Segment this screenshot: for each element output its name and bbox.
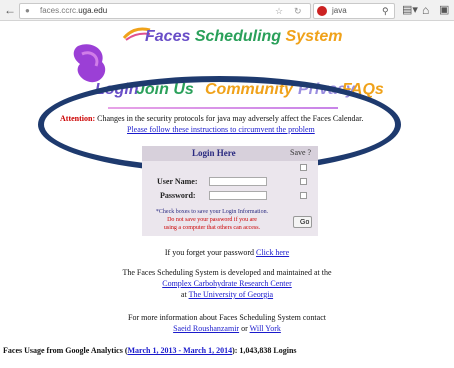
- username-label: User Name:: [157, 177, 198, 186]
- save-password-checkbox[interactable]: [300, 192, 307, 199]
- contact-person-1-link[interactable]: Saeid Roushanzamir: [173, 324, 239, 333]
- login-note-line2: Do not save your password if you are: [167, 217, 257, 223]
- usage-stats: Faces Usage from Google Analytics (March…: [3, 346, 297, 355]
- attention-message: Changes in the security protocols for ja…: [95, 114, 364, 123]
- instructions-link[interactable]: Please follow these instructions to circ…: [127, 125, 315, 135]
- search-icon[interactable]: ⚲: [382, 4, 389, 18]
- nav-community-link[interactable]: Community: [205, 81, 293, 99]
- university-prefix: at: [180, 290, 189, 299]
- attention-label: Attention:: [60, 114, 96, 123]
- bookmark-star-icon[interactable]: ☆: [275, 4, 283, 18]
- contact-line: For more information about Faces Schedul…: [128, 313, 326, 322]
- login-note-line1: *Check boxes to save your Login Informat…: [155, 209, 269, 215]
- nav-faqs-link[interactable]: FAQs: [342, 81, 384, 99]
- forgot-password-line: If you forget your password Click here: [0, 248, 454, 258]
- ccrc-link[interactable]: Complex Carbohydrate Research Center: [162, 279, 292, 288]
- nav-login-link[interactable]: Login: [95, 81, 139, 99]
- login-form: Login Here Save ? User Name: Password: *…: [142, 146, 318, 236]
- save-checkbox-1[interactable]: [300, 164, 307, 171]
- login-note-line3: using a computer that others can access.: [163, 225, 261, 231]
- site-title: Faces Scheduling System: [145, 28, 342, 46]
- search-engine-icon[interactable]: [317, 6, 327, 16]
- university-link[interactable]: The University of Georgia: [189, 290, 274, 299]
- title-scheduling: Scheduling: [194, 28, 282, 45]
- browser-toolbar: ← ● faces.ccrc.uga.edu ☆ ↻ java ⚲ ▤▾ ⌂ ▣: [0, 0, 454, 21]
- password-label: Password:: [160, 191, 196, 200]
- nav-join-link[interactable]: Join Us: [136, 81, 194, 99]
- attention-notice: Attention: Changes in the security proto…: [60, 114, 420, 124]
- university-line: at The University of Georgia: [0, 290, 454, 300]
- save-label: Save ?: [290, 148, 312, 157]
- extension-icon[interactable]: ▣: [439, 0, 449, 20]
- contact-person-2-link[interactable]: Will York: [250, 324, 281, 333]
- home-icon[interactable]: ⌂: [422, 0, 429, 20]
- title-faces: Faces: [145, 28, 191, 45]
- url-text: faces.ccrc.uga.edu: [40, 6, 108, 15]
- site-identity-icon[interactable]: ●: [25, 4, 30, 18]
- usage-range-link[interactable]: March 1, 2013 - March 1, 2014: [128, 346, 233, 355]
- login-header: Login Here Save ?: [142, 146, 318, 161]
- search-text: java: [332, 6, 347, 15]
- login-title: Login Here: [192, 148, 236, 158]
- usage-suffix: ): 1,043,838 Logins: [232, 346, 297, 355]
- title-system: System: [285, 28, 343, 45]
- ccrc-line: Complex Carbohydrate Research Center: [0, 279, 454, 289]
- forgot-password-link[interactable]: Click here: [256, 248, 289, 257]
- back-arrow-icon[interactable]: ←: [4, 0, 16, 20]
- login-note: *Check boxes to save your Login Informat…: [142, 208, 282, 232]
- nav-divider: [108, 107, 338, 109]
- search-field[interactable]: java ⚲: [313, 3, 395, 19]
- save-username-checkbox[interactable]: [300, 178, 307, 185]
- forgot-password-text: If you forget your password: [164, 248, 257, 257]
- username-field[interactable]: [209, 177, 267, 186]
- password-field[interactable]: [209, 191, 267, 200]
- reload-icon[interactable]: ↻: [294, 4, 302, 18]
- page: ← ● faces.ccrc.uga.edu ☆ ↻ java ⚲ ▤▾ ⌂ ▣…: [0, 0, 454, 368]
- contact-or-text: or: [239, 324, 250, 333]
- usage-prefix: Faces Usage from Google Analytics (: [3, 346, 128, 355]
- contact-people-line: Saeid Roushanzamir or Will York: [0, 324, 454, 334]
- address-bar[interactable]: ● faces.ccrc.uga.edu ☆ ↻: [19, 3, 311, 19]
- developed-line: The Faces Scheduling System is developed…: [122, 268, 332, 277]
- go-button[interactable]: Go: [293, 216, 312, 228]
- bookmarks-menu-icon[interactable]: ▤▾: [402, 0, 418, 20]
